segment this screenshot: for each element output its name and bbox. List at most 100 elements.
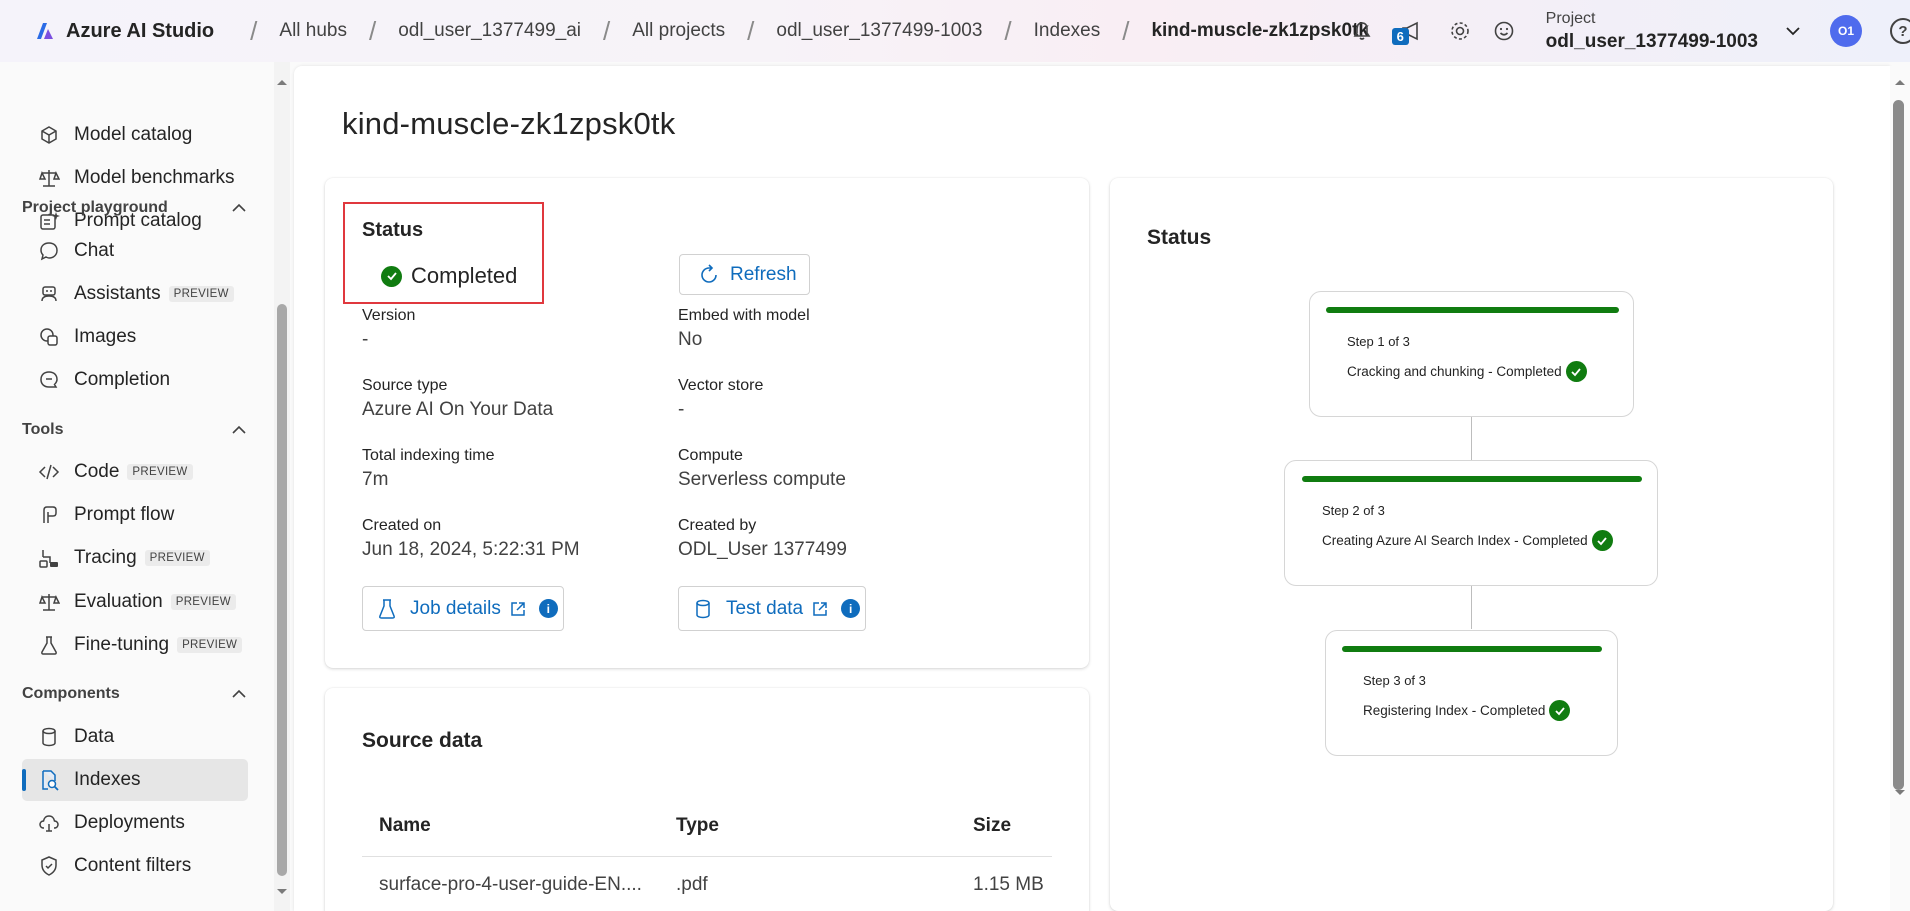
sidebar-item-model-catalog[interactable]: Model catalog: [22, 114, 248, 156]
step-connector: [1471, 417, 1472, 460]
flow-icon: [36, 502, 62, 528]
brand[interactable]: Azure AI Studio: [34, 20, 214, 43]
check-circle-icon: [381, 265, 402, 287]
completion-icon: [36, 367, 62, 393]
breadcrumb-indexes[interactable]: Indexes: [1034, 20, 1101, 42]
sidebar-item-tracing[interactable]: Tracing PREVIEW: [22, 537, 248, 579]
sidebar-item-content-filters[interactable]: Content filters: [22, 845, 248, 887]
sidebar-item-prompt-flow[interactable]: Prompt flow: [22, 494, 248, 536]
section-components-header[interactable]: Components: [22, 679, 248, 709]
sidebar-item-fine-tuning[interactable]: Fine-tuning PREVIEW: [22, 624, 248, 666]
main-scroll-thumb[interactable]: [1893, 100, 1904, 790]
column-header-name[interactable]: Name: [379, 815, 431, 837]
scroll-down-arrow-icon[interactable]: [276, 888, 288, 896]
scale-icon: [36, 165, 62, 191]
step-card-3: Step 3 of 3 Registering Index - Complete…: [1325, 630, 1618, 756]
job-details-link[interactable]: Job details i: [362, 586, 564, 631]
index-icon: [36, 767, 62, 793]
breadcrumb-hub[interactable]: odl_user_1377499_ai: [398, 20, 581, 42]
top-icons: 6 Project odl_user_1377499-1003 O1 ?: [1340, 0, 1910, 62]
section-project-playground-header[interactable]: Project playground: [22, 193, 248, 223]
preview-badge: PREVIEW: [177, 637, 243, 653]
breadcrumb-all-projects[interactable]: All projects: [632, 20, 725, 42]
code-icon: [36, 459, 62, 485]
brand-name: Azure AI Studio: [66, 19, 215, 42]
sidebar-scroll-thumb[interactable]: [277, 304, 287, 876]
shield-icon: [36, 853, 62, 879]
created-by-label: Created by: [678, 517, 757, 534]
active-indicator: [22, 769, 26, 791]
chevron-up-icon: [232, 425, 246, 434]
info-icon[interactable]: i: [841, 599, 861, 618]
row-name[interactable]: surface-pro-4-user-guide-EN....: [379, 874, 642, 896]
sidebar-item-images[interactable]: Images: [22, 316, 248, 358]
check-circle-icon: [1565, 361, 1587, 382]
megaphone-icon[interactable]: 6: [1391, 18, 1424, 45]
created-by-value: ODL_User 1377499: [678, 539, 847, 560]
help-icon[interactable]: ?: [1890, 18, 1910, 44]
flask-icon: [379, 598, 395, 619]
scroll-up-arrow-icon[interactable]: [276, 78, 288, 86]
created-on-value: Jun 18, 2024, 5:22:31 PM: [362, 539, 580, 560]
source-type-value: Azure AI On Your Data: [362, 399, 554, 420]
source-type-label: Source type: [362, 377, 448, 394]
sidebar-item-completion[interactable]: Completion: [22, 359, 248, 401]
preview-badge: PREVIEW: [170, 594, 236, 610]
vector-store-value: -: [678, 399, 685, 420]
status-panel-title: Status: [1147, 226, 1212, 249]
refresh-icon: [701, 263, 717, 283]
embed-label: Embed with model: [678, 307, 810, 324]
info-icon[interactable]: i: [538, 599, 558, 618]
step-progress-bar: [1302, 476, 1642, 482]
cube-icon: [36, 122, 62, 148]
page-title: kind-muscle-zk1zpsk0tk: [342, 106, 676, 141]
smiley-icon[interactable]: [1491, 18, 1517, 44]
preview-badge: PREVIEW: [127, 464, 193, 480]
image-icon: [36, 324, 62, 350]
step-card-1: Step 1 of 3 Cracking and chunking - Comp…: [1309, 291, 1634, 417]
sidebar-item-chat[interactable]: Chat: [22, 230, 248, 272]
compute-value: Serverless compute: [678, 469, 846, 490]
top-bar: Azure AI Studio / All hubs / odl_user_13…: [0, 0, 1910, 62]
total-time-value: 7m: [362, 469, 389, 490]
sidebar-item-code[interactable]: Code PREVIEW: [22, 451, 248, 493]
project-selector[interactable]: Project odl_user_1377499-1003: [1546, 10, 1802, 53]
breadcrumb-all-hubs[interactable]: All hubs: [279, 20, 347, 42]
refresh-button[interactable]: Refresh: [679, 254, 810, 295]
test-data-link[interactable]: Test data i: [678, 586, 866, 631]
scale-icon: [36, 589, 62, 615]
flask-icon: [36, 632, 62, 658]
tracing-icon: [36, 545, 62, 571]
source-data-title: Source data: [362, 729, 483, 752]
column-header-type[interactable]: Type: [676, 815, 719, 837]
sidebar-item-evaluation[interactable]: Evaluation PREVIEW: [22, 581, 248, 623]
vector-store-label: Vector store: [678, 377, 764, 394]
database-icon: [696, 599, 710, 618]
project-name: odl_user_1377499-1003: [1545, 30, 1758, 52]
preview-badge: PREVIEW: [144, 550, 210, 566]
avatar[interactable]: O1: [1830, 15, 1862, 47]
breadcrumb-current: kind-muscle-zk1zpsk0tk: [1151, 20, 1369, 41]
check-circle-icon: [1591, 530, 1613, 551]
sidebar-item-deployments[interactable]: Deployments: [22, 802, 248, 844]
open-external-icon: [813, 601, 827, 616]
step-progress-bar: [1326, 307, 1619, 313]
section-tools-header[interactable]: Tools: [22, 415, 248, 445]
column-header-size[interactable]: Size: [973, 815, 1011, 837]
compute-label: Compute: [678, 447, 743, 464]
sidebar-item-assistants[interactable]: Assistants PREVIEW: [22, 273, 248, 315]
sidebar-item-data[interactable]: Data: [22, 716, 248, 758]
preview-badge: PREVIEW: [168, 286, 234, 302]
created-on-label: Created on: [362, 517, 442, 534]
bell-icon[interactable]: [1349, 18, 1375, 44]
embed-value: No: [678, 329, 703, 350]
scroll-up-arrow-icon[interactable]: [1894, 78, 1906, 86]
scroll-down-arrow-icon[interactable]: [1894, 789, 1906, 797]
gear-icon[interactable]: [1447, 18, 1473, 44]
status-text: Completed: [411, 263, 518, 288]
sidebar-item-indexes[interactable]: Indexes: [22, 759, 248, 801]
total-time-label: Total indexing time: [362, 447, 495, 464]
breadcrumb-project[interactable]: odl_user_1377499-1003: [776, 20, 982, 42]
row-size: 1.15 MB: [973, 874, 1044, 895]
cloud-icon: [36, 810, 62, 836]
